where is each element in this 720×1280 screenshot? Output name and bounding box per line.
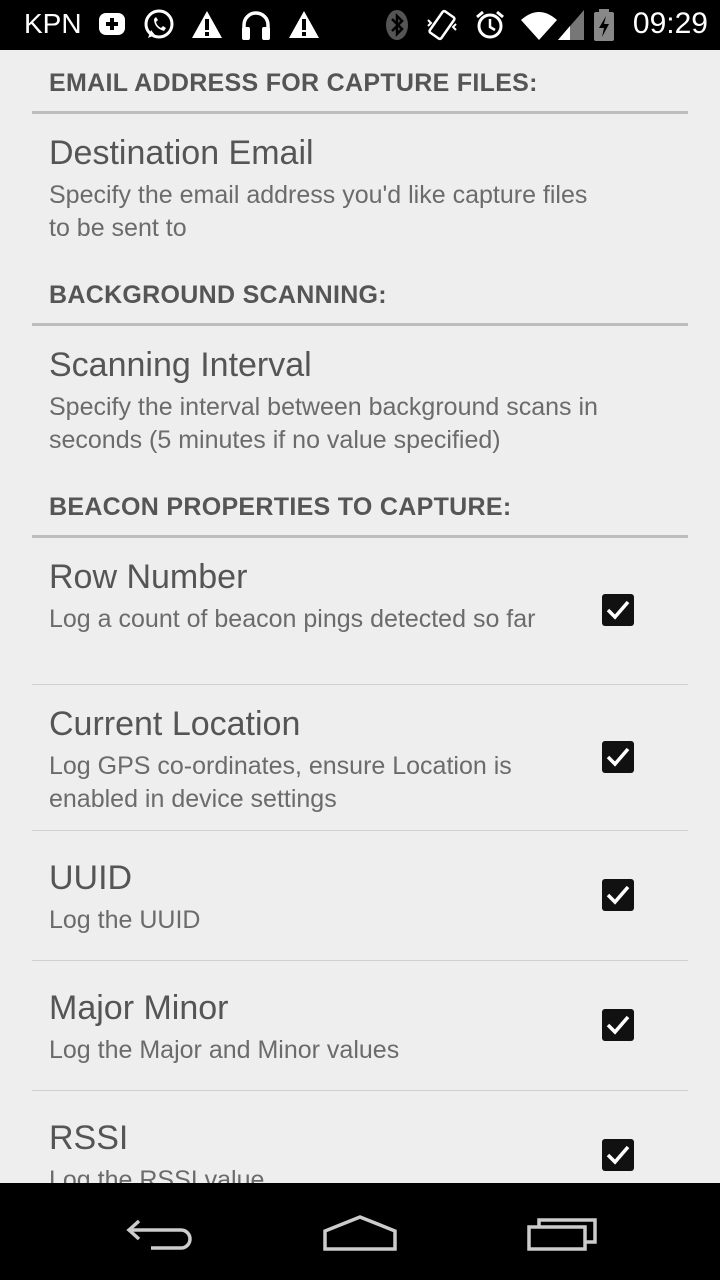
pref-rssi[interactable]: RSSI Log the RSSI value [32, 1091, 688, 1183]
bluetooth-icon [380, 8, 414, 42]
pref-summary: Log GPS co-ordinates, ensure Location is… [49, 752, 512, 813]
warning-icon [190, 8, 224, 42]
pref-title: Destination Email [49, 134, 314, 172]
notification-plus-icon [96, 8, 130, 42]
home-icon [323, 1215, 397, 1251]
vibrate-icon [425, 8, 459, 42]
section-header-label: EMAIL ADDRESS FOR CAPTURE FILES: [49, 69, 538, 97]
recents-button[interactable] [512, 1203, 612, 1263]
section-header-label: BACKGROUND SCANNING: [49, 281, 387, 309]
pref-title: Scanning Interval [49, 346, 312, 384]
section-header-label: BEACON PROPERTIES TO CAPTURE: [49, 493, 512, 521]
settings-list[interactable]: EMAIL ADDRESS FOR CAPTURE FILES: Destina… [0, 50, 720, 1183]
pref-summary: Specify the interval between background … [49, 393, 598, 454]
pref-title: Row Number [49, 558, 248, 596]
back-button[interactable] [110, 1203, 210, 1263]
pref-title: Major Minor [49, 989, 229, 1027]
carrier-label: KPN [24, 8, 82, 39]
whatsapp-icon [142, 8, 176, 42]
checkmark-icon [606, 747, 630, 767]
pref-summary: Specify the email address you'd like cap… [49, 181, 588, 242]
navigation-bar [0, 1183, 720, 1280]
home-button[interactable] [310, 1203, 410, 1263]
alarm-icon [473, 8, 507, 42]
section-header-beacon-properties: BEACON PROPERTIES TO CAPTURE: [32, 474, 688, 538]
pref-title: RSSI [49, 1119, 129, 1157]
clock: 09:29 [632, 7, 708, 40]
status-bar: KPN 09:29 [0, 0, 720, 50]
back-icon [126, 1219, 192, 1250]
signal-icon [556, 8, 586, 42]
pref-uuid[interactable]: UUID Log the UUID [32, 831, 688, 961]
row-number-checkbox[interactable] [602, 594, 634, 626]
recents-icon [527, 1218, 597, 1251]
headphones-icon [239, 8, 273, 42]
section-header-email: EMAIL ADDRESS FOR CAPTURE FILES: [32, 50, 688, 114]
pref-summary: Log the UUID [49, 906, 201, 934]
checkmark-icon [606, 600, 630, 620]
pref-summary: Log the Major and Minor values [49, 1036, 400, 1064]
checkmark-icon [606, 1145, 630, 1165]
pref-current-location[interactable]: Current Location Log GPS co-ordinates, e… [32, 685, 688, 831]
pref-scanning-interval[interactable]: Scanning Interval Specify the interval b… [32, 326, 688, 472]
checkmark-icon [606, 885, 630, 905]
pref-row-number[interactable]: Row Number Log a count of beacon pings d… [32, 538, 688, 685]
major-minor-checkbox[interactable] [602, 1009, 634, 1041]
pref-destination-email[interactable]: Destination Email Specify the email addr… [32, 114, 688, 260]
battery-icon [592, 8, 616, 42]
uuid-checkbox[interactable] [602, 879, 634, 911]
pref-summary: Log a count of beacon pings detected so … [49, 605, 536, 633]
warning-icon [287, 8, 321, 42]
screen: KPN 09:29 EMAIL ADDRESS FOR CAPTURE FILE… [0, 0, 720, 1280]
current-location-checkbox[interactable] [602, 741, 634, 773]
pref-summary: Log the RSSI value [49, 1166, 265, 1183]
pref-title: Current Location [49, 705, 301, 743]
rssi-checkbox[interactable] [602, 1139, 634, 1171]
wifi-icon [520, 8, 558, 42]
checkmark-icon [606, 1015, 630, 1035]
pref-title: UUID [49, 859, 133, 897]
pref-major-minor[interactable]: Major Minor Log the Major and Minor valu… [32, 961, 688, 1091]
section-header-background-scanning: BACKGROUND SCANNING: [32, 262, 688, 326]
